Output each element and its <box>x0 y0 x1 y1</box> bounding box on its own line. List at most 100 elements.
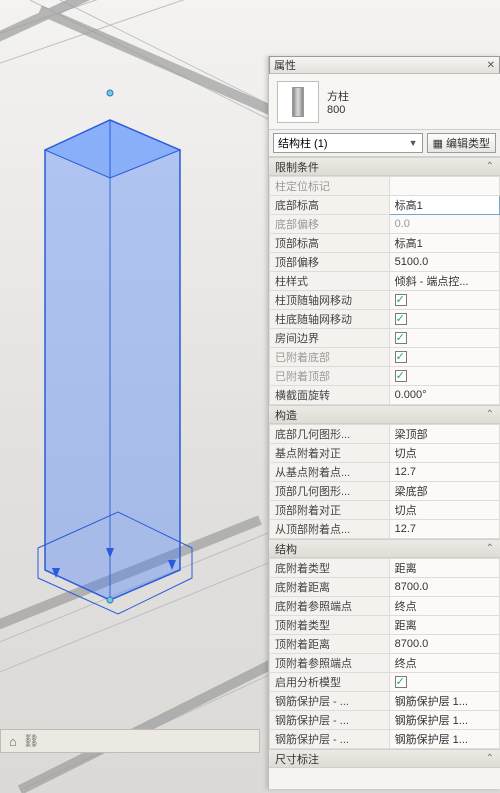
property-row[interactable]: 基点附着对正切点 <box>270 444 500 463</box>
type-selector[interactable]: 方柱 800 <box>269 74 500 130</box>
property-name: 钢筋保护层 - ... <box>270 711 390 730</box>
collapse-icon[interactable]: ⌃ <box>486 753 494 764</box>
property-name: 柱顶随轴网移动 <box>270 291 390 310</box>
property-grid[interactable]: 限制条件⌃柱定位标记底部标高标高1底部偏移0.0顶部标高标高1顶部偏移5100.… <box>269 157 500 789</box>
panel-title-text: 属性 <box>274 57 296 73</box>
type-thumbnail <box>277 81 319 123</box>
property-row[interactable]: 从基点附着点...12.7 <box>270 463 500 482</box>
property-name: 房间边界 <box>270 329 390 348</box>
property-row[interactable]: 钢筋保护层 - ...钢筋保护层 1... <box>270 730 500 749</box>
group-header[interactable]: 结构⌃ <box>269 539 500 558</box>
checkbox <box>395 370 407 382</box>
property-row[interactable]: 顶部几何图形...梁底部 <box>270 482 500 501</box>
property-value[interactable]: 终点 <box>389 654 499 673</box>
property-row[interactable]: 顶附着距离8700.0 <box>270 635 500 654</box>
property-row[interactable]: 柱样式倾斜 - 端点控... <box>270 272 500 291</box>
property-row[interactable]: 横截面旋转0.000° <box>270 386 500 405</box>
property-name: 已附着底部 <box>270 348 390 367</box>
property-name: 顶部标高 <box>270 234 390 253</box>
property-row[interactable]: 已附着底部 <box>270 348 500 367</box>
instance-selector[interactable]: 结构柱 (1) ▼ <box>273 133 423 153</box>
property-row[interactable]: 柱定位标记 <box>270 177 500 196</box>
property-value[interactable]: 12.7 <box>389 520 499 539</box>
close-icon[interactable]: ✕ <box>487 60 495 71</box>
property-value[interactable]: 钢筋保护层 1... <box>389 692 499 711</box>
selected-column[interactable] <box>38 90 192 614</box>
edit-type-icon: ▦ <box>433 137 443 150</box>
property-value[interactable]: 倾斜 - 端点控... <box>389 272 499 291</box>
property-row[interactable]: 底部标高标高1 <box>270 196 500 215</box>
collapse-icon[interactable]: ⌃ <box>486 543 494 554</box>
property-value[interactable]: 距离 <box>389 559 499 578</box>
property-row[interactable]: 启用分析模型 <box>270 673 500 692</box>
group-name: 限制条件 <box>275 159 319 175</box>
property-value[interactable]: 钢筋保护层 1... <box>389 730 499 749</box>
property-name: 顶附着距离 <box>270 635 390 654</box>
chevron-down-icon: ▼ <box>409 138 418 148</box>
property-name: 柱底随轴网移动 <box>270 310 390 329</box>
property-value[interactable]: 切点 <box>389 501 499 520</box>
property-value[interactable]: 梁底部 <box>389 482 499 501</box>
property-value[interactable]: 5100.0 <box>389 253 499 272</box>
checkbox[interactable] <box>395 332 407 344</box>
property-value[interactable]: 距离 <box>389 616 499 635</box>
filter-icon[interactable]: ⌂ <box>9 734 17 749</box>
properties-panel: 属性 ✕ 方柱 800 结构柱 (1) ▼ ▦ 编辑类型 限制条件⌃柱定位标记底… <box>268 56 500 789</box>
property-row[interactable]: 底部几何图形...梁顶部 <box>270 425 500 444</box>
link-icon[interactable]: ⛓ <box>23 733 40 749</box>
property-name: 顶附着参照端点 <box>270 654 390 673</box>
property-row[interactable]: 柱底随轴网移动 <box>270 310 500 329</box>
property-value[interactable]: 0.000° <box>389 386 499 405</box>
property-row[interactable]: 底附着距离8700.0 <box>270 578 500 597</box>
property-row[interactable]: 顶附着类型距离 <box>270 616 500 635</box>
property-row[interactable]: 钢筋保护层 - ...钢筋保护层 1... <box>270 711 500 730</box>
property-name: 从基点附着点... <box>270 463 390 482</box>
checkbox[interactable] <box>395 313 407 325</box>
property-name: 基点附着对正 <box>270 444 390 463</box>
edit-type-label: 编辑类型 <box>446 135 490 151</box>
property-value[interactable] <box>389 310 499 329</box>
edit-type-button[interactable]: ▦ 编辑类型 <box>427 133 496 153</box>
property-name: 已附着顶部 <box>270 367 390 386</box>
property-name: 柱样式 <box>270 272 390 291</box>
property-value[interactable]: 8700.0 <box>389 635 499 654</box>
property-row[interactable]: 顶附着参照端点终点 <box>270 654 500 673</box>
property-value[interactable]: 切点 <box>389 444 499 463</box>
property-name: 顶部附着对正 <box>270 501 390 520</box>
property-row[interactable]: 房间边界 <box>270 329 500 348</box>
group-header[interactable]: 构造⌃ <box>269 405 500 424</box>
property-value[interactable]: 钢筋保护层 1... <box>389 711 499 730</box>
instance-selector-text: 结构柱 (1) <box>278 135 328 151</box>
property-value[interactable]: 标高1 <box>389 234 499 253</box>
property-name: 顶附着类型 <box>270 616 390 635</box>
property-value[interactable] <box>389 673 499 692</box>
property-row[interactable]: 从顶部附着点...12.7 <box>270 520 500 539</box>
property-value[interactable]: 标高1 <box>389 196 499 215</box>
property-value[interactable] <box>389 291 499 310</box>
property-row[interactable]: 底部偏移0.0 <box>270 215 500 234</box>
property-row[interactable]: 底附着参照端点终点 <box>270 597 500 616</box>
property-row[interactable]: 顶部偏移5100.0 <box>270 253 500 272</box>
property-value[interactable]: 8700.0 <box>389 578 499 597</box>
property-row[interactable]: 钢筋保护层 - ...钢筋保护层 1... <box>270 692 500 711</box>
property-value[interactable]: 12.7 <box>389 463 499 482</box>
property-name: 钢筋保护层 - ... <box>270 692 390 711</box>
property-row[interactable]: 柱顶随轴网移动 <box>270 291 500 310</box>
collapse-icon[interactable]: ⌃ <box>486 161 494 172</box>
group-header[interactable]: 尺寸标注⌃ <box>269 749 500 768</box>
property-row[interactable]: 已附着顶部 <box>270 367 500 386</box>
property-name: 柱定位标记 <box>270 177 390 196</box>
property-row[interactable]: 顶部附着对正切点 <box>270 501 500 520</box>
property-name: 底附着参照端点 <box>270 597 390 616</box>
property-value[interactable]: 终点 <box>389 597 499 616</box>
group-header[interactable]: 限制条件 ⌃ <box>269 157 500 176</box>
checkbox[interactable] <box>395 294 407 306</box>
collapse-icon[interactable]: ⌃ <box>486 409 494 420</box>
property-row[interactable]: 底附着类型距离 <box>270 559 500 578</box>
checkbox[interactable] <box>395 676 407 688</box>
property-name: 从顶部附着点... <box>270 520 390 539</box>
panel-titlebar[interactable]: 属性 ✕ <box>269 56 500 74</box>
property-row[interactable]: 顶部标高标高1 <box>270 234 500 253</box>
property-value[interactable]: 梁顶部 <box>389 425 499 444</box>
property-value[interactable] <box>389 329 499 348</box>
